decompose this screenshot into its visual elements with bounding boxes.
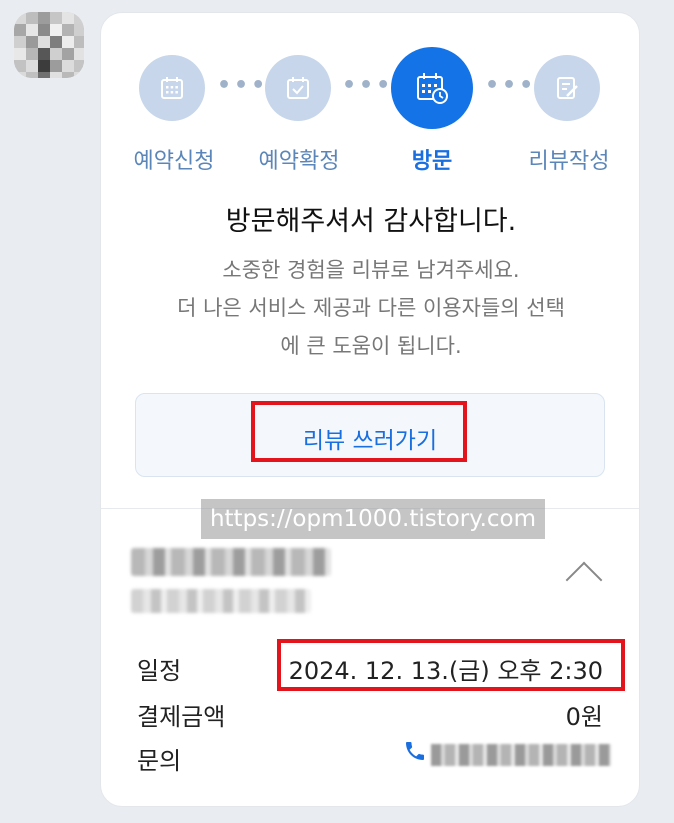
step-label-confirm: 예약확정 [258, 149, 340, 174]
step-1-circle [139, 55, 205, 121]
step-3-circle [391, 47, 473, 129]
step-2-circle [265, 55, 331, 121]
step-4-circle [534, 55, 600, 121]
step-connector: ••• [342, 73, 394, 98]
step-connector: ••• [485, 73, 537, 98]
schedule-label: 일정 [137, 657, 182, 685]
visit-thanks-title: 방문해주셔서 감사합니다. [225, 206, 517, 237]
blurred-shop-address [131, 589, 311, 613]
reservation-card: ••• ••• ••• 예약신청 예약확정 방문 리뷰작성 방문해주셔서 감사합… [100, 12, 640, 807]
payment-label: 결제금액 [137, 703, 226, 731]
review-prompt-line-1: 소중한 경험을 리뷰로 남겨주세요. [222, 258, 520, 282]
step-label-request: 예약신청 [133, 149, 215, 174]
review-prompt-line-3: 에 큰 도움이 됩니다. [280, 334, 462, 358]
inquiry-label: 문의 [137, 747, 182, 775]
progress-steps: ••• ••• ••• 예약신청 예약확정 방문 리뷰작성 [101, 13, 639, 183]
payment-value: 0원 [565, 703, 603, 731]
phone-icon[interactable] [403, 739, 427, 763]
step-label-review: 리뷰작성 [528, 149, 610, 174]
calendar-icon [161, 77, 183, 99]
highlight-box-review [251, 401, 467, 462]
blurred-phone-number[interactable] [431, 744, 611, 766]
step-label-visit: 방문 [411, 149, 453, 174]
highlight-box-date [277, 639, 625, 691]
avatar[interactable] [14, 12, 84, 78]
watermark-url: https://opm1000.tistory.com [201, 499, 545, 539]
step-connector: ••• [217, 73, 269, 98]
calendar-clock-icon [417, 73, 448, 104]
review-prompt-line-2: 더 나은 서비스 제공과 다른 이용자들의 선택 [177, 296, 565, 320]
blurred-shop-name [131, 548, 331, 576]
collapse-chevron-up-icon[interactable] [565, 561, 603, 599]
calendar-check-icon [287, 77, 309, 99]
edit-note-icon [557, 77, 578, 99]
